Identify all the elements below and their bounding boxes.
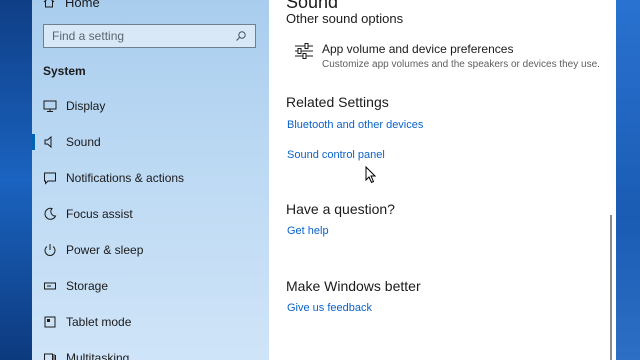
section-title: System — [43, 64, 86, 78]
storage-icon — [44, 282, 56, 290]
home-nav[interactable]: Home — [43, 0, 100, 10]
sidebar-item-label: Power & sleep — [66, 243, 144, 257]
sound-control-panel-link[interactable]: Sound control panel — [287, 149, 385, 161]
search-icon[interactable] — [235, 30, 247, 42]
home-icon — [43, 0, 55, 8]
desktop-background-left — [0, 0, 32, 360]
sidebar-item-tablet-mode[interactable]: Tablet mode — [32, 304, 269, 340]
sidebar-item-label: Sound — [66, 135, 101, 149]
sliders-icon — [295, 43, 313, 59]
related-settings-heading: Related Settings — [286, 94, 389, 110]
search-input[interactable]: Find a setting — [43, 24, 256, 48]
sidebar-item-label: Tablet mode — [66, 315, 132, 329]
sidebar-item-focus-assist[interactable]: Focus assist — [32, 196, 269, 232]
question-heading: Have a question? — [286, 201, 395, 217]
other-sound-options-heading: Other sound options — [286, 11, 404, 26]
scrollbar[interactable] — [610, 215, 612, 360]
mouse-cursor-icon — [365, 166, 377, 184]
app-volume-option[interactable]: App volume and device preferences Custom… — [294, 42, 600, 70]
sidebar-item-display[interactable]: Display — [32, 88, 269, 124]
speaker-icon — [44, 135, 52, 149]
sidebar-nav: Display Sound Notifications & actions Fo… — [32, 88, 269, 360]
monitor-icon — [43, 100, 57, 112]
sidebar: Home Find a setting System Display Sound… — [32, 0, 269, 360]
desktop-background-right — [616, 0, 640, 360]
sidebar-item-label: Focus assist — [66, 207, 133, 221]
sidebar-item-multitasking[interactable]: Multitasking — [32, 340, 269, 360]
get-help-link[interactable]: Get help — [287, 225, 329, 237]
sidebar-item-label: Multitasking — [66, 351, 130, 360]
app-volume-title: App volume and device preferences — [322, 42, 514, 56]
sidebar-item-label: Storage — [66, 279, 109, 293]
home-label: Home — [65, 0, 100, 10]
tablet-icon — [44, 316, 56, 328]
content-pane: Sound Other sound options App volume and… — [269, 0, 616, 360]
sidebar-item-notifications[interactable]: Notifications & actions — [32, 160, 269, 196]
feedback-heading: Make Windows better — [286, 278, 421, 294]
notification-icon — [44, 172, 56, 185]
bluetooth-link[interactable]: Bluetooth and other devices — [287, 119, 423, 131]
power-icon — [44, 244, 56, 256]
settings-window: Home Find a setting System Display Sound… — [32, 0, 616, 360]
moon-icon — [44, 207, 57, 220]
feedback-link[interactable]: Give us feedback — [287, 302, 372, 314]
sidebar-item-sound[interactable]: Sound — [32, 124, 269, 160]
sidebar-item-power-sleep[interactable]: Power & sleep — [32, 232, 269, 268]
search-placeholder: Find a setting — [52, 29, 125, 43]
sidebar-item-storage[interactable]: Storage — [32, 268, 269, 304]
sidebar-item-label: Display — [66, 99, 106, 113]
sidebar-item-label: Notifications & actions — [66, 171, 185, 185]
app-volume-description: Customize app volumes and the speakers o… — [322, 59, 600, 70]
multitasking-icon — [44, 353, 56, 360]
